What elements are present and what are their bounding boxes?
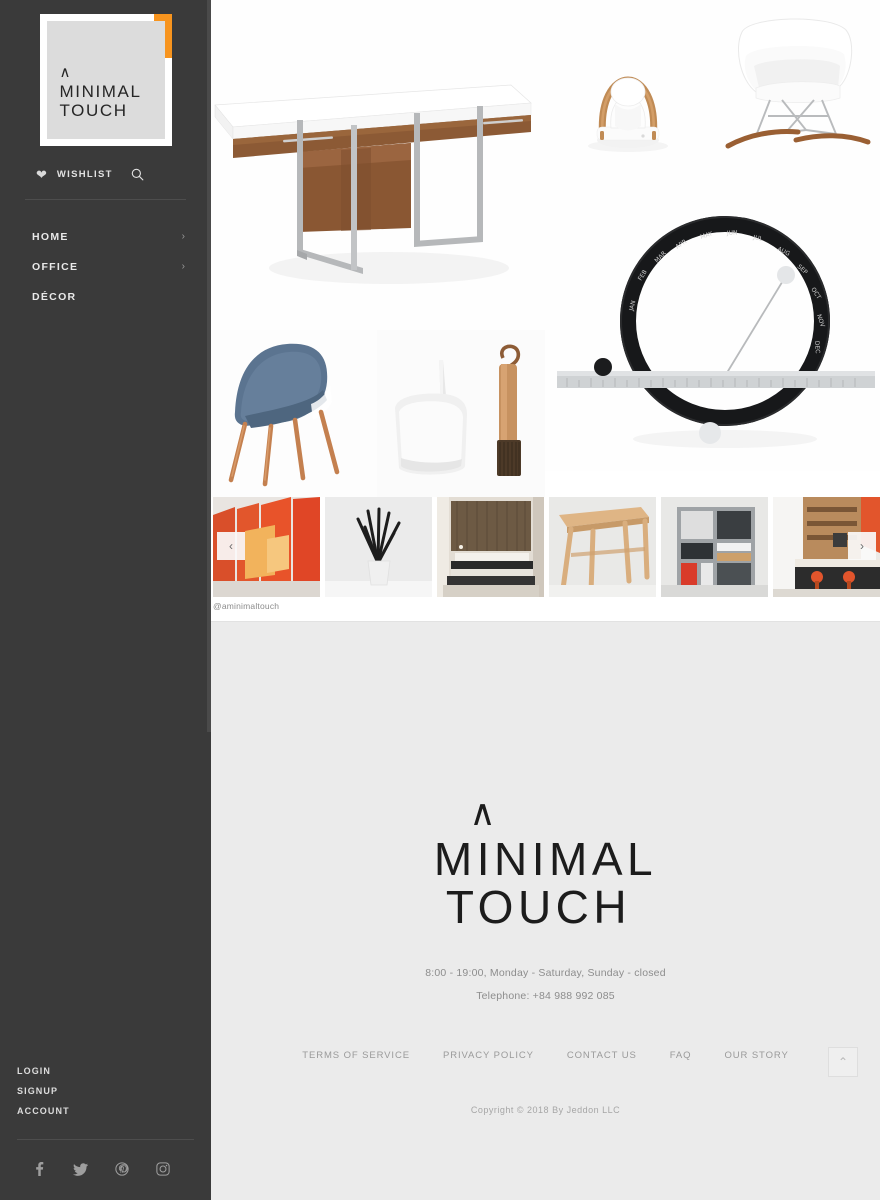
logo-caret-mark: ∧ xyxy=(59,62,71,81)
svg-text:DEC: DEC xyxy=(813,341,821,354)
product-tile-desk[interactable] xyxy=(211,0,545,330)
main-content: FEB MAR APR MAY JUN JUL AUG SEP OCT NOV … xyxy=(211,0,884,1200)
instagram-section: ‹ › @aminimaltouch xyxy=(211,497,884,611)
utility-row: ❤ WISHLIST xyxy=(0,146,211,199)
sidebar-item-office[interactable]: OFFICE › xyxy=(0,252,211,282)
twitter-icon[interactable] xyxy=(73,1162,88,1176)
oak-side-table-image xyxy=(549,497,656,597)
sidebar-item-decor[interactable]: DÉCOR xyxy=(0,282,211,312)
footer-link-our-story[interactable]: OUR STORY xyxy=(724,1050,788,1061)
social-row xyxy=(0,1140,211,1200)
sidebar-item-label: OFFICE xyxy=(32,261,79,273)
modular-shelf-unit-image xyxy=(661,497,768,597)
wishlist-label[interactable]: WISHLIST xyxy=(57,169,113,180)
wood-slat-bedroom-image xyxy=(437,497,544,597)
blue-shell-dining-chair-image xyxy=(211,330,377,497)
scroll-to-top-button[interactable]: ⌃ xyxy=(828,1047,858,1077)
product-tile-rocking-chair[interactable] xyxy=(710,0,880,171)
footer: ∧ MINIMAL TOUCH 8:00 - 19:00, Monday - S… xyxy=(211,621,880,1200)
footer-logo-caret: ∧ xyxy=(469,793,496,834)
account-link[interactable]: ACCOUNT xyxy=(17,1101,211,1121)
sidebar-item-home[interactable]: HOME › xyxy=(0,222,211,252)
sidebar-nav: HOME › OFFICE › DÉCOR xyxy=(0,200,211,312)
instagram-next-button[interactable]: › xyxy=(848,532,876,560)
product-tile-lamp[interactable] xyxy=(545,0,710,171)
copyright: Copyright © 2018 By Jeddon LLC xyxy=(470,1105,621,1116)
chevron-right-icon: › xyxy=(181,231,185,242)
product-tile-blue-chair[interactable] xyxy=(211,330,377,497)
heart-icon[interactable]: ❤ xyxy=(36,168,47,181)
list-item[interactable] xyxy=(661,497,768,597)
logo-inner: ∧ MINIMAL TOUCH xyxy=(46,21,165,139)
black-pencil-vase-image xyxy=(325,497,432,597)
dustpan-and-brush-set-image xyxy=(377,330,545,497)
telephone: Telephone: +84 988 992 085 xyxy=(476,990,615,1003)
sidebar-item-label: HOME xyxy=(32,231,69,243)
list-item[interactable] xyxy=(437,497,544,597)
page-root: ∧ MINIMAL TOUCH ❤ WISHLIST HOME › OFFICE… xyxy=(0,0,884,1200)
instagram-icon[interactable] xyxy=(156,1162,170,1176)
logo-wrap: ∧ MINIMAL TOUCH xyxy=(0,0,211,146)
white-rocking-armchair-image xyxy=(710,0,880,171)
product-tile-dustpan-set[interactable] xyxy=(377,330,545,497)
footer-logo-line1: MINIMAL xyxy=(433,832,658,885)
footer-links: TERMS OF SERVICE PRIVACY POLICY CONTACT … xyxy=(302,1050,788,1061)
footer-logo: ∧ MINIMAL TOUCH xyxy=(433,793,658,934)
opening-hours: 8:00 - 19:00, Monday - Saturday, Sunday … xyxy=(425,967,666,980)
pinterest-icon[interactable] xyxy=(115,1162,129,1176)
footer-link-contact[interactable]: CONTACT US xyxy=(567,1050,637,1061)
footer-link-faq[interactable]: FAQ xyxy=(670,1050,692,1061)
ring-calendar-clock-image: FEB MAR APR MAY JUN JUL AUG SEP OCT NOV … xyxy=(545,171,880,471)
footer-logo-line2: TOUCH xyxy=(445,881,632,934)
account-links: LOGIN SIGNUP ACCOUNT xyxy=(0,1061,211,1135)
svg-text:JUN: JUN xyxy=(726,229,738,237)
sidebar-item-label: DÉCOR xyxy=(32,291,77,303)
search-icon[interactable] xyxy=(131,168,144,181)
footer-link-terms[interactable]: TERMS OF SERVICE xyxy=(302,1050,410,1061)
logo-text-line2: TOUCH xyxy=(59,101,128,121)
login-link[interactable]: LOGIN xyxy=(17,1061,211,1081)
instagram-handle[interactable]: @aminimaltouch xyxy=(213,597,279,611)
portable-arch-lamp-image xyxy=(545,0,710,171)
product-mosaic: FEB MAR APR MAY JUN JUL AUG SEP OCT NOV … xyxy=(211,0,880,497)
sidebar: ∧ MINIMAL TOUCH ❤ WISHLIST HOME › OFFICE… xyxy=(0,0,211,1200)
list-item[interactable] xyxy=(549,497,656,597)
facebook-icon[interactable] xyxy=(33,1162,46,1176)
chevron-right-icon: › xyxy=(181,261,185,272)
chevron-up-icon: ⌃ xyxy=(837,1055,849,1069)
logo-text-line1: MINIMAL xyxy=(59,81,142,101)
signup-link[interactable]: SIGNUP xyxy=(17,1081,211,1101)
footer-link-privacy[interactable]: PRIVACY POLICY xyxy=(443,1050,534,1061)
brand-logo[interactable]: ∧ MINIMAL TOUCH xyxy=(39,14,172,146)
white-walnut-desk-image xyxy=(211,0,545,330)
list-item[interactable] xyxy=(325,497,432,597)
instagram-prev-button[interactable]: ‹ xyxy=(217,532,245,560)
instagram-strip: ‹ › xyxy=(211,497,880,597)
product-tile-ring-clock[interactable]: FEB MAR APR MAY JUN JUL AUG SEP OCT NOV … xyxy=(545,171,880,471)
